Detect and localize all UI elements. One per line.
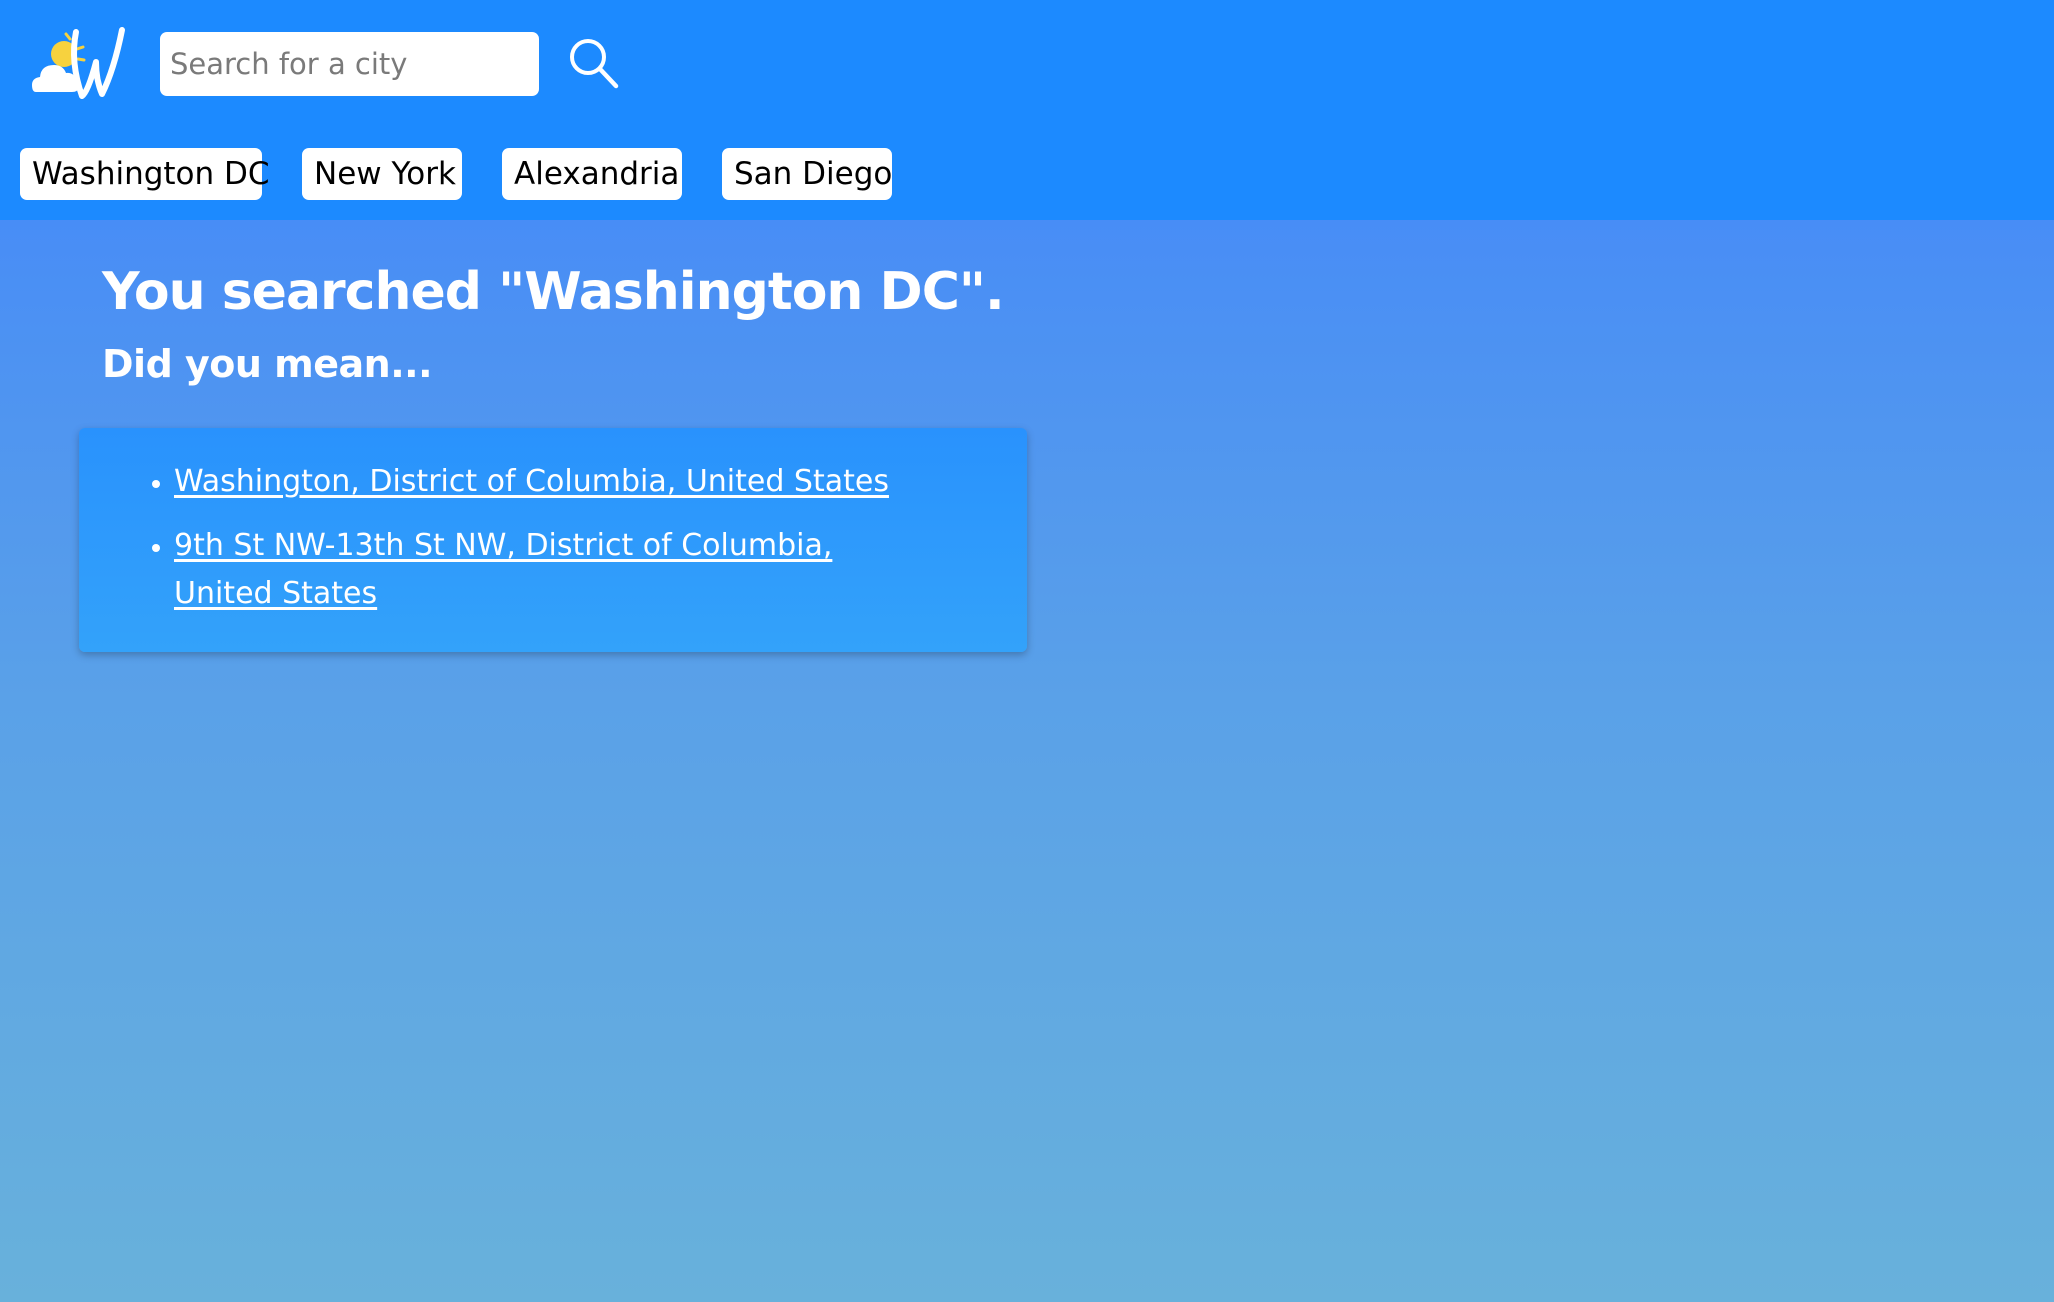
suggestion-item: Washington, District of Columbia, United… xyxy=(174,458,927,506)
suggestion-list: Washington, District of Columbia, United… xyxy=(174,458,927,618)
city-button-san-diego[interactable]: San Diego xyxy=(722,148,892,200)
suggestion-link[interactable]: Washington, District of Columbia, United… xyxy=(174,464,889,499)
suggestion-card: Washington, District of Columbia, United… xyxy=(79,428,1027,652)
did-you-mean-heading: Did you mean... xyxy=(102,342,433,386)
weather-logo-icon[interactable] xyxy=(30,22,130,106)
search-input[interactable] xyxy=(160,32,539,96)
search-result-heading: You searched "Washington DC". xyxy=(102,262,1005,322)
search-button[interactable] xyxy=(566,36,622,92)
city-button-washington-dc[interactable]: Washington DC xyxy=(20,148,270,200)
suggestion-item: 9th St NW-13th St NW, District of Columb… xyxy=(174,522,927,618)
suggestion-link[interactable]: 9th St NW-13th St NW, District of Columb… xyxy=(174,528,832,611)
top-header: Washington DC New York Alexandria San Di… xyxy=(0,0,2054,220)
search-icon xyxy=(570,39,619,89)
city-button-alexandria[interactable]: Alexandria xyxy=(502,148,682,200)
city-button-new-york[interactable]: New York xyxy=(302,148,462,200)
